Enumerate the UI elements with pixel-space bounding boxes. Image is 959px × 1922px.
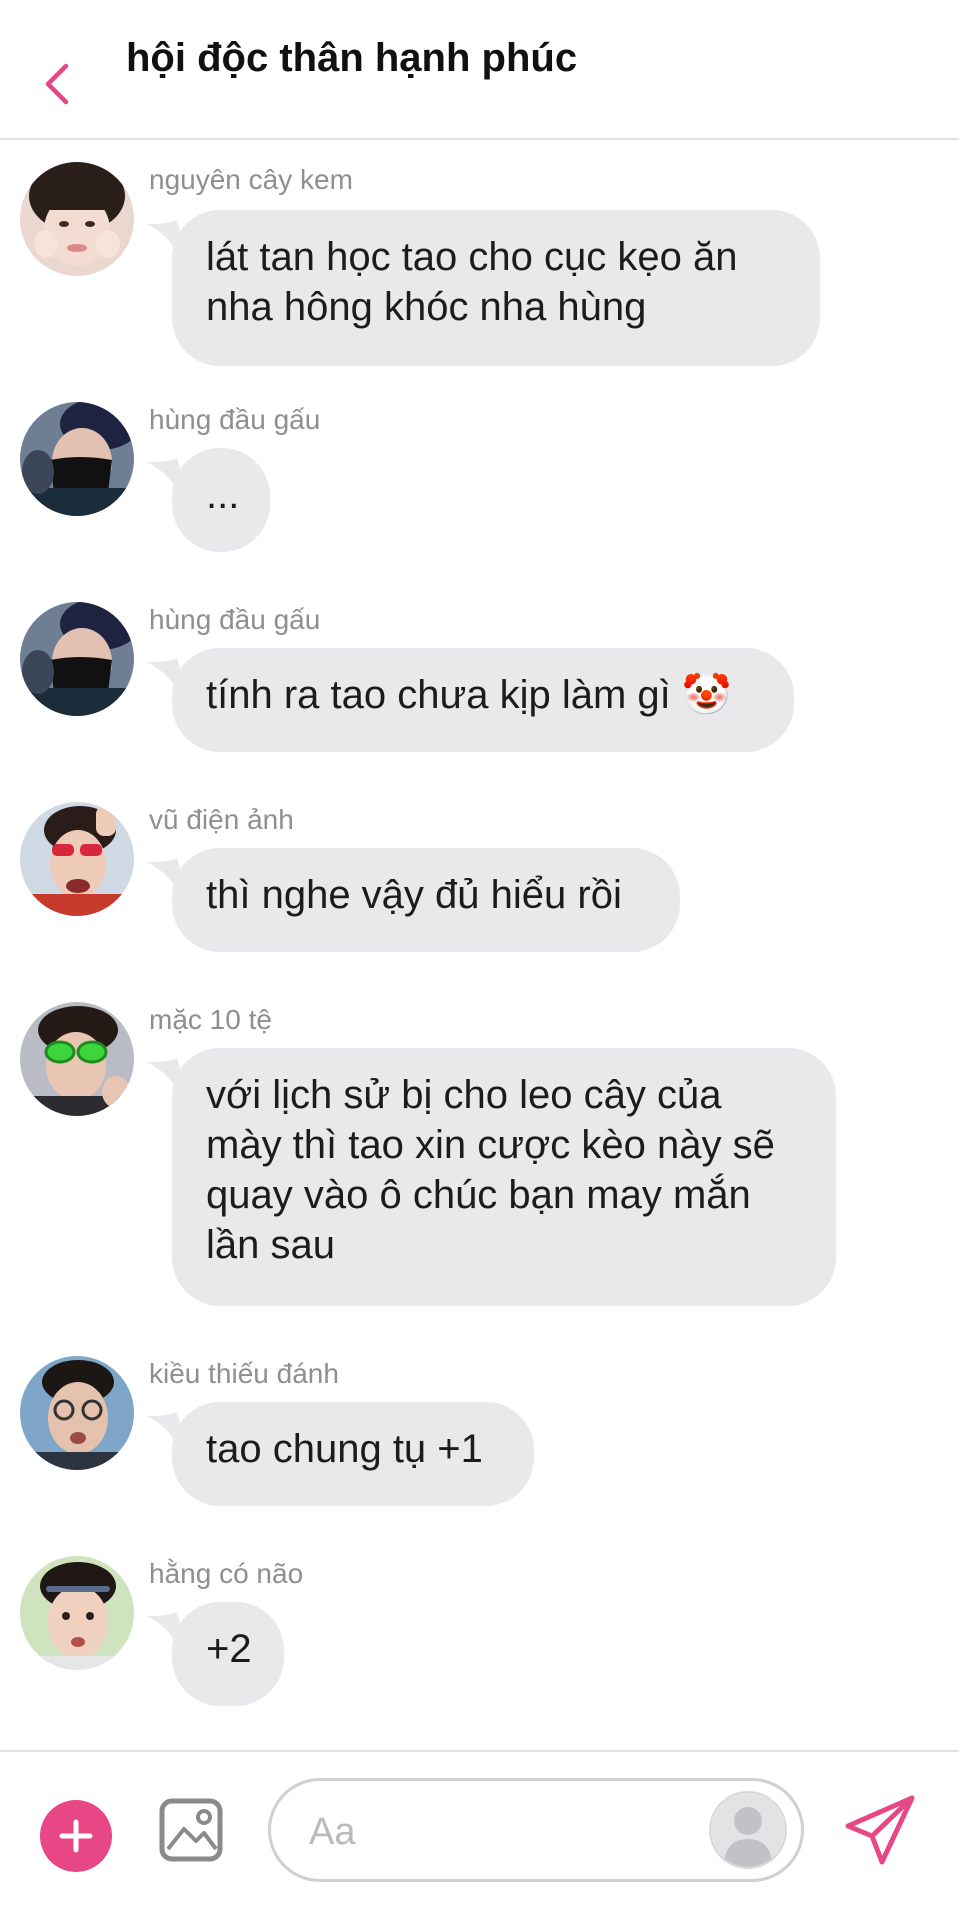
- message-line: quay vào ô chúc bạn may mắn: [206, 1173, 751, 1217]
- message-bubble[interactable]: tao chung tụ +1: [172, 1402, 534, 1506]
- message-bubble[interactable]: lát tan học tao cho cục kẹo ăn nha hông …: [172, 210, 820, 366]
- plus-icon: [59, 1819, 93, 1853]
- message-bubble[interactable]: với lịch sử bị cho leo cây của mày thì t…: [172, 1048, 836, 1306]
- message-list: nguyên cây kem lát tan học tao cho cục k…: [0, 140, 959, 1750]
- message-line: tính ra tao chưa kịp làm gì 🤡: [206, 673, 732, 717]
- message-bubble[interactable]: tính ra tao chưa kịp làm gì 🤡: [172, 648, 794, 752]
- sender-name: hằng có não: [149, 1558, 304, 1589]
- sticker-icon: [711, 1793, 785, 1867]
- message-line: thì nghe vậy đủ hiểu rồi: [206, 873, 622, 917]
- message-line: lần sau: [206, 1223, 335, 1267]
- sender-name: vũ điện ảnh: [149, 804, 294, 835]
- avatar[interactable]: [20, 1356, 134, 1470]
- add-button[interactable]: [40, 1800, 112, 1872]
- send-button[interactable]: [842, 1792, 918, 1868]
- message-line: ...: [206, 473, 240, 517]
- message-line: lát tan học tao cho cục kẹo ăn: [206, 235, 738, 279]
- message-line: tao chung tụ +1: [206, 1427, 483, 1471]
- message-input[interactable]: [307, 1803, 691, 1861]
- avatar[interactable]: [20, 1556, 134, 1670]
- chevron-left-icon: [45, 63, 69, 105]
- sender-name: hùng đầu gấu: [149, 604, 321, 635]
- sender-name: mặc 10 tệ: [149, 1004, 272, 1035]
- back-button[interactable]: [34, 54, 78, 114]
- send-icon: [845, 1795, 915, 1865]
- message-line: +2: [206, 1627, 252, 1671]
- avatar[interactable]: [20, 602, 134, 716]
- sticker-button[interactable]: [709, 1791, 787, 1869]
- avatar[interactable]: [20, 1002, 134, 1116]
- sender-name: kiều thiếu đánh: [149, 1358, 339, 1389]
- message-line: nha hông khóc nha hùng: [206, 285, 647, 329]
- chat-title: hội độc thân hạnh phúc: [126, 36, 578, 80]
- message-line: với lịch sử bị cho leo cây của: [206, 1073, 722, 1117]
- image-icon: [159, 1798, 223, 1862]
- avatar[interactable]: [20, 162, 134, 276]
- avatar[interactable]: [20, 402, 134, 516]
- message-input-wrapper: [268, 1778, 804, 1882]
- message-line: mày thì tao xin cược kèo này sẽ: [206, 1123, 775, 1167]
- image-button[interactable]: [158, 1797, 224, 1863]
- sender-name: hùng đầu gấu: [149, 404, 321, 435]
- chat-header: hội độc thân hạnh phúc: [0, 0, 959, 140]
- avatar[interactable]: [20, 802, 134, 916]
- message-bubble[interactable]: ...: [172, 448, 270, 552]
- message-composer: [0, 1750, 959, 1922]
- sender-name: nguyên cây kem: [149, 164, 353, 195]
- message-bubble[interactable]: +2: [172, 1602, 284, 1706]
- message-bubble[interactable]: thì nghe vậy đủ hiểu rồi: [172, 848, 680, 952]
